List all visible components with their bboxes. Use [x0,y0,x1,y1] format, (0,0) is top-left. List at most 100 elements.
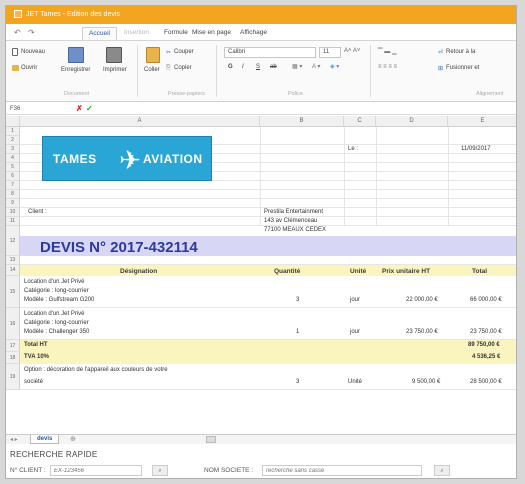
tva-value: 4 536,25 € [472,354,501,360]
company-name-label: NOM SOCIETE : [204,467,254,474]
save-button[interactable]: Enregistrer [61,67,90,73]
binoculars-icon[interactable]: ⌕ [152,465,168,476]
row-header[interactable]: 14 [6,265,20,276]
ribbon-separator [216,45,217,97]
row-header[interactable]: 13 [6,256,20,265]
add-sheet-icon[interactable]: ⊕ [70,435,76,443]
paste-button[interactable]: Coller [144,67,160,73]
row-header[interactable]: 8 [6,190,20,199]
group-document-label: Document [64,91,90,97]
column-gridline [344,127,345,226]
client-name: Prestila Entertainment [264,209,324,215]
row-header[interactable]: 2 [6,136,20,145]
tab-insertion[interactable]: Insertion [124,29,149,36]
tva-label: TVA 10% [24,354,50,360]
italic-button[interactable]: I [242,64,244,70]
row-header[interactable]: 16 [6,308,20,340]
row-header[interactable]: 1 [6,127,20,136]
row-header[interactable]: 11 [6,217,20,226]
cancel-icon[interactable]: ✗ [76,104,83,113]
item-line: Modèle : Gulfstream G200 [24,297,95,303]
column-header-c[interactable]: C [344,116,376,127]
new-button[interactable]: Nouveau [21,49,45,55]
column-header-e[interactable]: E [448,116,516,127]
row-header[interactable]: 18 [6,352,20,364]
align-left-icon[interactable]: ≡ ≡ ≡ ≡ [378,64,397,70]
save-icon [68,47,84,63]
print-button[interactable]: Imprimer [103,67,127,73]
binoculars-icon[interactable]: ⌕ [434,465,450,476]
font-color-icon[interactable]: A ▾ [312,63,320,70]
group-align-label: Alignement [476,91,504,97]
row-header[interactable]: 6 [6,172,20,181]
group-font-label: Police [288,91,303,97]
grid-row [20,256,516,265]
total-ht-value: 89 750,00 € [468,342,500,348]
item-price: 23 750,00 € [406,329,438,335]
merge-button[interactable]: Fusionner et [446,65,479,71]
grid-row [20,190,516,199]
fill-color-icon[interactable]: ◈ ▾ [330,63,339,70]
item-price: 22 000,00 € [406,297,438,303]
bold-button[interactable]: G [228,64,233,70]
scissors-icon: ✂ [166,50,172,56]
confirm-icon[interactable]: ✓ [86,104,93,113]
company-name-input[interactable] [262,465,422,476]
tab-accueil[interactable]: Accueil [82,27,117,40]
table-header-row: Désignation Quantité Unité Prix unitaire… [20,265,516,276]
item-quantity: 3 [296,297,300,303]
row-header[interactable]: 17 [6,340,20,352]
row-header[interactable]: 15 [6,276,20,308]
align-top-icon[interactable]: ▔ ▬ ▁ [378,48,397,55]
grid-row [20,181,516,190]
underline-button[interactable]: S [256,64,260,70]
item-quantity: 1 [296,329,300,335]
sheet-tab-devis[interactable]: devis [30,435,60,444]
row-header[interactable]: 5 [6,163,20,172]
row-header[interactable]: 10 [6,208,20,217]
logo-text-left: TAMES [53,152,97,166]
wrap-text-button[interactable]: Retour à la [446,49,475,55]
open-button[interactable]: Ouvrir [21,65,37,71]
option-unit: Unité [348,379,363,385]
column-header-d[interactable]: D [376,116,448,127]
column-header-a[interactable]: A [20,116,260,127]
print-icon [106,47,122,63]
row-header[interactable]: 9 [6,199,20,208]
font-grow-icon[interactable]: A˄ A˅ [344,48,360,54]
font-size-select[interactable]: 11 [319,47,341,58]
header-total: Total [472,268,488,275]
ribbon-separator [137,45,138,97]
client-number-input[interactable] [50,465,142,476]
airplane-icon: ✈ [119,145,141,175]
tab-mise-en-page[interactable]: Mise en page [192,29,231,36]
font-name-select[interactable]: Calibri [224,47,316,58]
tab-affichage[interactable]: Affichage [240,29,267,36]
cut-button[interactable]: Couper [174,49,194,55]
strikethrough-button[interactable]: ab [270,64,277,70]
ribbon-separator [370,45,371,97]
column-header-b[interactable]: B [260,116,344,127]
date-label: Le : [348,146,359,152]
item-line: Location d'un Jet Privé [24,311,85,317]
horizontal-scrollbar[interactable] [206,436,216,443]
row-header[interactable]: 7 [6,181,20,190]
devis-title-row: DEVIS N° 2017-432114 [20,236,516,256]
option-price: 9 500,00 € [412,379,441,385]
table-row: Location d'un Jet Privé Catégorie : long… [20,308,516,340]
row-header[interactable]: 19 [6,364,20,390]
copy-button[interactable]: Copier [174,65,192,71]
borders-icon[interactable]: ▦ ▾ [292,63,302,70]
paste-icon [146,47,160,63]
total-ht-label: Total HT [24,342,48,348]
tab-formule[interactable]: Formule [164,29,188,36]
select-all-corner[interactable] [6,116,20,127]
row-header[interactable]: 12 [6,226,20,256]
header-designation: Désignation [120,268,158,275]
row-header[interactable]: 4 [6,154,20,163]
item-line: Location d'un Jet Privé [24,279,85,285]
date-value: 11/09/2017 [461,146,491,152]
sheet-nav-icon[interactable]: ◂ ▸ [10,436,18,443]
client-city: 77100 MEAUX CEDEX [264,227,327,233]
row-header[interactable]: 3 [6,145,20,154]
